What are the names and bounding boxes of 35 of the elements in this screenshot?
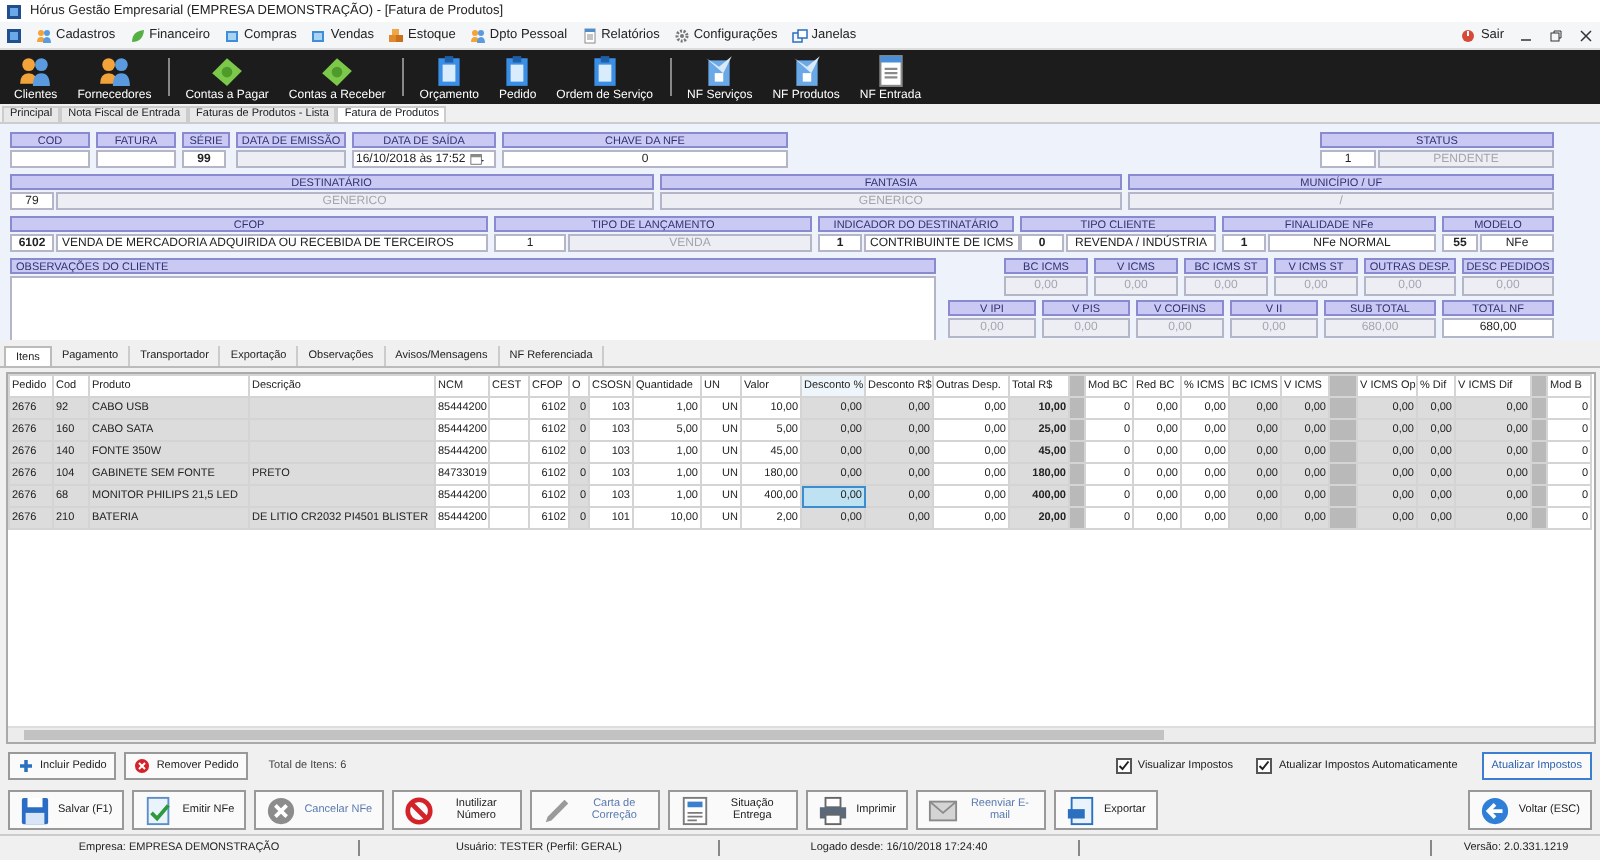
back-arrow-icon — [1480, 795, 1511, 825]
banknote-icon — [210, 54, 245, 88]
printer-icon — [818, 795, 849, 825]
boxes-icon — [388, 27, 405, 43]
page-icon — [873, 54, 908, 88]
people-icon — [469, 27, 486, 43]
observations-field[interactable] — [10, 276, 936, 346]
exit-icon — [1460, 27, 1477, 43]
leaf-icon — [129, 27, 146, 43]
calendar-icon — [469, 152, 484, 166]
people-icon — [18, 54, 53, 88]
x-circle-icon — [266, 795, 297, 825]
banknote-icon — [320, 54, 355, 88]
text-field[interactable] — [96, 150, 176, 168]
settings-icon — [673, 27, 690, 43]
plus-icon — [18, 758, 34, 774]
people-icon — [36, 27, 52, 43]
text-field[interactable] — [10, 150, 90, 168]
windows-icon — [791, 27, 808, 43]
page-icon — [581, 27, 598, 43]
envelope-icon — [927, 795, 958, 825]
document-check-icon — [144, 795, 175, 825]
checkbox[interactable] — [1115, 758, 1132, 774]
restore-icon[interactable] — [1548, 27, 1564, 43]
document-icon — [680, 795, 711, 825]
close-icon[interactable] — [1578, 27, 1594, 43]
document-icon — [1065, 795, 1096, 825]
scrollbar[interactable] — [8, 726, 1594, 742]
no-entry-icon — [404, 795, 435, 825]
x-circle-icon — [134, 758, 151, 774]
pencil-icon — [542, 795, 573, 825]
document-icon — [702, 54, 737, 88]
text-field[interactable] — [236, 150, 346, 168]
people-icon — [97, 54, 132, 88]
checkbox[interactable] — [1256, 758, 1273, 774]
